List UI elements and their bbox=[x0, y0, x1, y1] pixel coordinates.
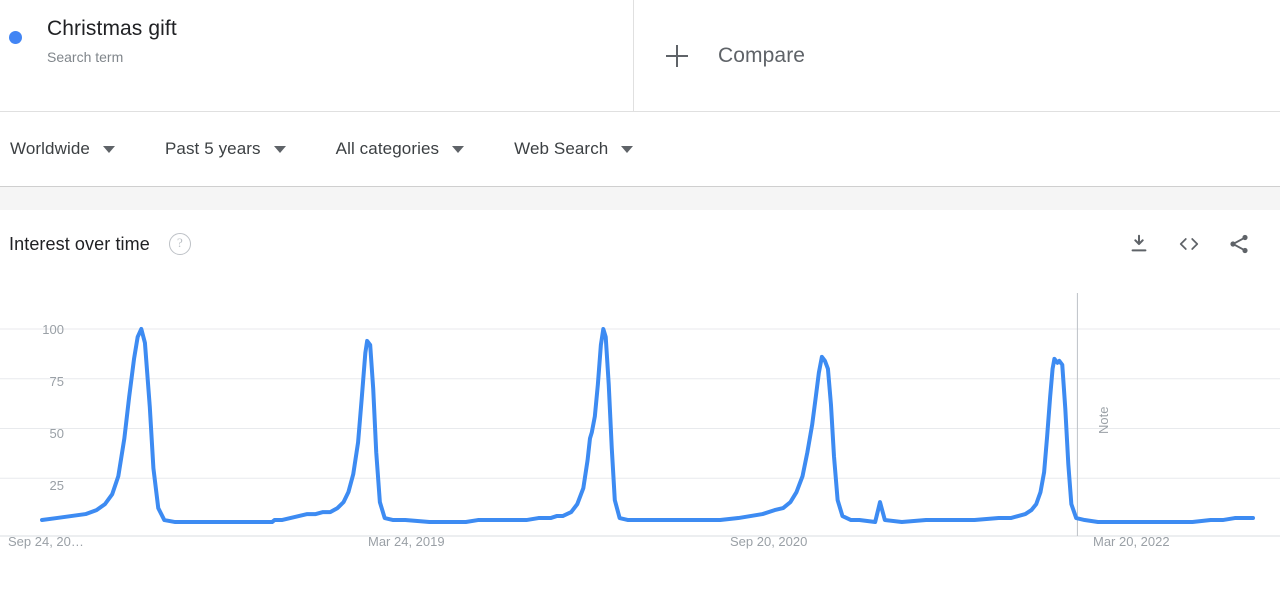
search-term-title: Christmas gift bbox=[47, 17, 177, 40]
y-axis-label-75: 75 bbox=[49, 374, 64, 389]
filter-bar: Worldwide Past 5 years All categories We… bbox=[0, 112, 1280, 187]
chevron-down-icon bbox=[273, 145, 286, 153]
y-axis-label-50: 50 bbox=[49, 426, 64, 441]
share-icon[interactable] bbox=[1226, 231, 1252, 257]
filter-search-type-label: Web Search bbox=[514, 139, 609, 158]
chevron-down-icon bbox=[452, 145, 465, 153]
filter-time-range[interactable]: Past 5 years bbox=[165, 139, 286, 159]
note-annotation-label[interactable]: Note bbox=[1096, 407, 1111, 434]
search-term-bar: Christmas gift Search term Compare bbox=[0, 0, 1280, 112]
help-icon[interactable]: ? bbox=[168, 233, 191, 255]
add-comparison-button[interactable]: Compare bbox=[666, 44, 805, 68]
interest-over-time-card: Interest over time ? 100 75 50 25 Sep 24… bbox=[0, 210, 1280, 612]
download-icon[interactable] bbox=[1126, 231, 1152, 257]
filter-time-range-label: Past 5 years bbox=[164, 139, 261, 158]
y-axis-label-100: 100 bbox=[42, 322, 64, 337]
series-color-dot bbox=[9, 31, 22, 44]
filter-location[interactable]: Worldwide bbox=[10, 139, 115, 159]
chevron-down-icon bbox=[102, 145, 115, 153]
filter-location-label: Worldwide bbox=[10, 139, 90, 158]
x-axis-label-1: Mar 24, 2019 bbox=[368, 534, 445, 549]
card-title: Interest over time bbox=[9, 233, 150, 254]
plus-icon bbox=[666, 44, 688, 67]
search-term-subtitle: Search term bbox=[47, 49, 124, 65]
card-header: Interest over time ? bbox=[0, 210, 1280, 278]
search-term-card[interactable]: Christmas gift Search term bbox=[0, 0, 634, 111]
filter-category[interactable]: All categories bbox=[335, 139, 465, 159]
compare-label: Compare bbox=[718, 43, 806, 67]
filter-search-type[interactable]: Web Search bbox=[514, 139, 634, 159]
embed-icon[interactable] bbox=[1176, 231, 1202, 257]
section-divider bbox=[0, 187, 1280, 210]
chart-svg bbox=[0, 293, 1280, 537]
y-axis-label-25: 25 bbox=[49, 478, 64, 493]
filter-category-label: All categories bbox=[335, 139, 440, 158]
chevron-down-icon bbox=[621, 145, 634, 153]
x-axis-label-0: Sep 24, 20… bbox=[8, 534, 84, 549]
x-axis-label-3: Mar 20, 2022 bbox=[1093, 534, 1170, 549]
interest-over-time-chart[interactable]: 100 75 50 25 Sep 24, 20… Mar 24, 2019 Se… bbox=[0, 278, 1280, 578]
compare-cell: Compare bbox=[634, 0, 1280, 111]
x-axis-label-2: Sep 20, 2020 bbox=[730, 534, 808, 549]
